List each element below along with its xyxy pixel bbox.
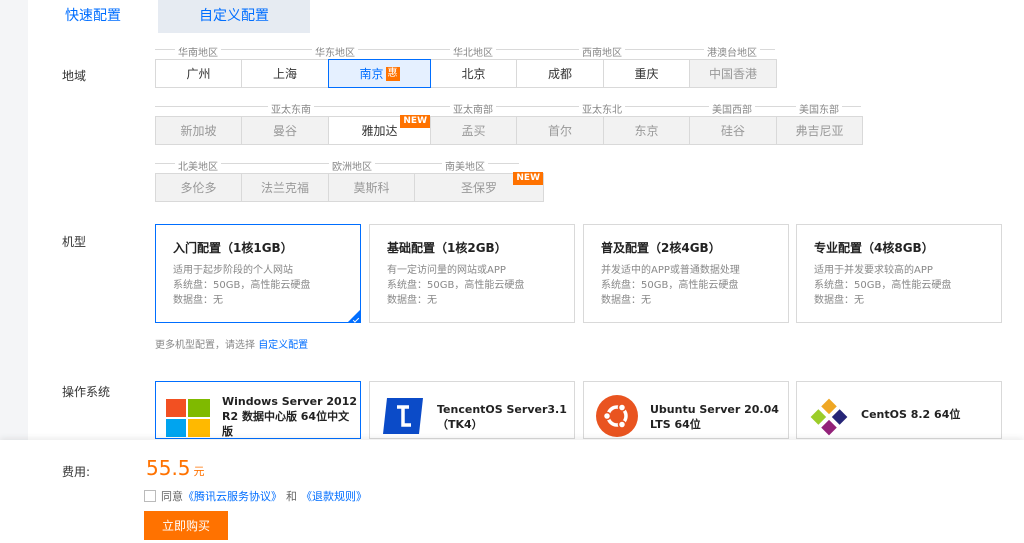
machine-sys-disk: 系统盘：50GB，高性能云硬盘: [601, 280, 739, 291]
os-name-line1: Ubuntu Server 20.04: [650, 403, 779, 416]
purchase-bar: 费用: 55.5 元 同意 《腾讯云服务协议》 和 《退款规则》 立即购买: [0, 440, 1024, 543]
machine-sys-disk: 系统盘：50GB，高性能云硬盘: [173, 280, 311, 291]
region-row-2: 新加坡 曼谷 雅加达 NEW 孟买 首尔 东京 硅谷 弗吉尼亚: [155, 115, 863, 145]
os-card-tencentos[interactable]: TencentOS Server3.1 （TK4）: [369, 381, 575, 439]
centos-icon: [809, 397, 849, 438]
group-label-europe: 欧洲地区: [329, 158, 375, 173]
os-name-line1: CentOS 8.2 64位: [861, 408, 961, 421]
machine-label: 机型: [62, 235, 87, 249]
new-tag: NEW: [400, 115, 430, 128]
os-name-line2: （TK4）: [437, 418, 483, 431]
new-tag: NEW: [513, 172, 543, 185]
refund-rules-link[interactable]: 《退款规则》: [301, 488, 367, 504]
price-value: 55.5: [146, 456, 191, 480]
region-moscow[interactable]: 莫斯科: [328, 173, 415, 202]
os-card-centos[interactable]: CentOS 8.2 64位: [796, 381, 1002, 439]
region-frankfurt[interactable]: 法兰克福: [241, 173, 329, 202]
region-silicon-valley[interactable]: 硅谷: [689, 116, 777, 145]
service-agreement-link[interactable]: 《腾讯云服务协议》: [183, 488, 282, 504]
tab-quick-config[interactable]: 快速配置: [28, 0, 158, 33]
group-label-hk-mo-tw: 港澳台地区: [704, 44, 760, 59]
tencentos-icon: [383, 398, 423, 438]
machine-desc: 有一定访问量的网站或APP: [387, 265, 506, 276]
region-jakarta[interactable]: 雅加达 NEW: [328, 115, 431, 145]
region-group-header-row3: 北美地区 欧洲地区 南美地区: [155, 158, 519, 173]
group-label-ap-northeast: 亚太东北: [579, 101, 625, 116]
machine-title: 普及配置（2核4GB）: [601, 241, 721, 255]
region-group-header-row1: 华南地区 华东地区 华北地区 西南地区 港澳台地区: [155, 44, 775, 59]
machine-sys-disk: 系统盘：50GB，高性能云硬盘: [814, 280, 952, 291]
region-tokyo[interactable]: 东京: [603, 116, 690, 145]
group-label-ap-southeast: 亚太东南: [268, 101, 314, 116]
region-shanghai[interactable]: 上海: [241, 59, 329, 88]
machine-data-disk: 数据盘：无: [601, 295, 651, 306]
region-chengdu[interactable]: 成都: [516, 59, 604, 88]
tab-custom-config[interactable]: 自定义配置: [158, 0, 310, 33]
config-tabs: 快速配置 自定义配置: [28, 0, 1024, 33]
region-label: 地域: [62, 69, 87, 83]
region-beijing[interactable]: 北京: [430, 59, 517, 88]
machine-desc: 适用于并发要求较高的APP: [814, 265, 933, 276]
region-row-1: 广州 上海 南京惠 北京 成都 重庆 中国香港: [155, 59, 777, 88]
machine-data-disk: 数据盘：无: [173, 295, 223, 306]
region-seoul[interactable]: 首尔: [516, 116, 604, 145]
group-label-east-china: 华东地区: [312, 44, 358, 59]
machine-desc: 并发适中的APP或普通数据处理: [601, 265, 740, 276]
machine-title: 入门配置（1核1GB）: [173, 241, 293, 255]
machine-data-disk: 数据盘：无: [387, 295, 437, 306]
group-label-southwest: 西南地区: [579, 44, 625, 59]
region-virginia[interactable]: 弗吉尼亚: [776, 116, 863, 145]
agree-checkbox[interactable]: [144, 490, 156, 502]
os-name-line2: R2 数据中心版 64位中文: [222, 410, 350, 423]
buy-now-button[interactable]: 立即购买: [144, 511, 228, 540]
region-singapore[interactable]: 新加坡: [155, 116, 242, 145]
region-mumbai[interactable]: 孟买: [430, 116, 517, 145]
machine-desc: 适用于起步阶段的个人网站: [173, 265, 293, 276]
machine-card-pro[interactable]: 专业配置（4核8GB） 适用于并发要求较高的APP 系统盘：50GB，高性能云硬…: [796, 224, 1002, 323]
group-label-north-america: 北美地区: [175, 158, 221, 173]
region-nanjing[interactable]: 南京惠: [328, 59, 431, 88]
os-name-line2: LTS 64位: [650, 418, 701, 431]
group-label-south-america: 南美地区: [442, 158, 488, 173]
windows-icon: [166, 397, 210, 438]
custom-config-link[interactable]: 自定义配置: [258, 340, 308, 351]
region-group-header-row2: 亚太东南 亚太南部 亚太东北 美国西部 美国东部: [155, 101, 861, 116]
discount-badge: 惠: [385, 66, 400, 81]
region-sao-paulo[interactable]: 圣保罗 NEW: [414, 172, 544, 202]
fee-label: 费用:: [62, 465, 91, 479]
region-toronto[interactable]: 多伦多: [155, 173, 242, 202]
os-name-line3: 版: [222, 425, 233, 438]
group-label-us-west: 美国西部: [709, 101, 755, 116]
group-label-us-east: 美国东部: [796, 101, 842, 116]
machine-card-basic[interactable]: 基础配置（1核2GB） 有一定访问量的网站或APP 系统盘：50GB，高性能云硬…: [369, 224, 575, 323]
region-bangkok[interactable]: 曼谷: [241, 116, 329, 145]
group-label-north-china: 华北地区: [450, 44, 496, 59]
ubuntu-icon: [596, 395, 638, 438]
machine-title: 专业配置（4核8GB）: [814, 241, 934, 255]
region-row-3: 多伦多 法兰克福 莫斯科 圣保罗 NEW: [155, 172, 544, 202]
group-label-ap-south: 亚太南部: [450, 101, 496, 116]
group-label-south-china: 华南地区: [175, 44, 221, 59]
machine-data-disk: 数据盘：无: [814, 295, 864, 306]
agreement-row: 同意 《腾讯云服务协议》 和 《退款规则》: [144, 488, 367, 504]
region-guangzhou[interactable]: 广州: [155, 59, 242, 88]
machine-title: 基础配置（1核2GB）: [387, 241, 507, 255]
os-name-line1: Windows Server 2012: [222, 395, 358, 408]
os-card-windows[interactable]: Windows Server 2012 R2 数据中心版 64位中文 版: [155, 381, 361, 439]
more-machines-hint: 更多机型配置，请选择 自定义配置: [155, 340, 309, 351]
machine-card-standard[interactable]: 普及配置（2核4GB） 并发适中的APP或普通数据处理 系统盘：50GB，高性能…: [583, 224, 789, 323]
region-hongkong[interactable]: 中国香港: [689, 59, 777, 88]
os-card-ubuntu[interactable]: Ubuntu Server 20.04 LTS 64位: [583, 381, 789, 439]
price-unit: 元: [193, 465, 205, 478]
machine-card-starter[interactable]: 入门配置（1核1GB） 适用于起步阶段的个人网站 系统盘：50GB，高性能云硬盘…: [155, 224, 361, 323]
machine-sys-disk: 系统盘：50GB，高性能云硬盘: [387, 280, 525, 291]
os-name-line1: TencentOS Server3.1: [437, 403, 567, 416]
os-label: 操作系统: [62, 385, 111, 399]
region-chongqing[interactable]: 重庆: [603, 59, 690, 88]
price: 55.5 元: [146, 456, 205, 480]
